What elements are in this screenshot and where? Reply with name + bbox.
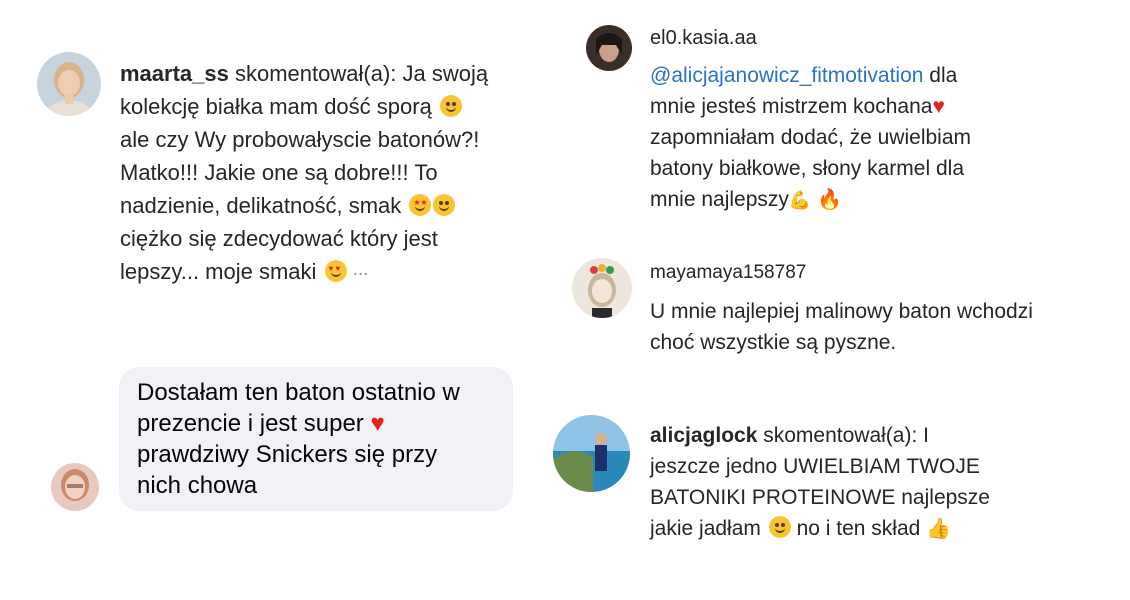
- comment-line: no i ten skład: [796, 517, 921, 540]
- comment-line: zapomniałam dodać, że uwielbiam: [650, 126, 971, 149]
- comment-line: batony białkowe, słony karmel dla: [650, 157, 964, 180]
- comment-mayamaya: U mnie najlepiej malinowy baton wchodzi …: [650, 296, 1110, 358]
- page: maarta_ss skomentował(a): Ja swoją kolek…: [0, 0, 1130, 600]
- username-el0-kasia[interactable]: el0.kasia.aa: [650, 27, 757, 50]
- comment-maarta: maarta_ss skomentował(a): Ja swoją kolek…: [120, 57, 540, 291]
- grin-emoji-icon: [439, 95, 462, 117]
- comment-line: nich chowa: [137, 472, 258, 499]
- thumbs-up-icon: 👍: [926, 518, 952, 540]
- smile-emoji-icon: [433, 194, 456, 216]
- comment-line: choć wszystkie są pyszne.: [650, 331, 897, 354]
- username-mayamaya[interactable]: mayamaya158787: [650, 262, 806, 284]
- comment-line: ciężko się zdecydować który jest: [120, 226, 438, 251]
- comment-line: BATONIKI PROTEINOWE najlepsze: [650, 486, 990, 509]
- bubble-text: Dostałam ten baton ostatnio w prezencie …: [137, 377, 460, 501]
- mention-link[interactable]: @alicjajanowicz_fitmotivation: [650, 64, 923, 87]
- flexed-biceps-icon: 💪: [788, 190, 812, 210]
- avatar-el0-kasia[interactable]: [586, 25, 632, 71]
- comment-line: prawdziwy Snickers się przy: [137, 441, 438, 468]
- avatar-maarta[interactable]: [37, 52, 101, 116]
- comment-line: nadzienie, delikatność, smak: [120, 193, 402, 218]
- heart-icon: ♥: [370, 410, 385, 437]
- comment-line: mnie jesteś mistrzem kochana: [650, 95, 933, 118]
- comment-line: U mnie najlepiej malinowy baton wchodzi: [650, 300, 1033, 323]
- comment-line: Dostałam ten baton ostatnio w: [137, 379, 460, 406]
- heart-icon: ♥: [932, 95, 945, 118]
- star-eyes-emoji-icon: ★ ★: [409, 194, 432, 216]
- comment-line: Ja swoją: [402, 61, 489, 86]
- comment-alicjaglock: alicjaglock skomentował(a): I jeszcze je…: [650, 420, 1090, 545]
- username-alicjaglock[interactable]: alicjaglock: [650, 424, 757, 447]
- username-maarta[interactable]: maarta_ss: [120, 61, 229, 86]
- comment-el0-kasia: @alicjajanowicz_fitmotivation dla mnie j…: [650, 60, 1090, 216]
- comment-line: Matko!!! Jakie one są dobre!!! To: [120, 160, 438, 185]
- avatar-mayamaya[interactable]: [572, 258, 632, 318]
- comment-line: jakie jadłam: [650, 517, 761, 540]
- comment-bubble: Dostałam ten baton ostatnio w prezencie …: [119, 367, 513, 511]
- avatar-alicjaglock[interactable]: [553, 415, 630, 492]
- comment-line: jeszcze jedno UWIELBIAM TWOJE: [650, 455, 980, 478]
- heart-eyes-emoji-icon: ♥ ♥: [324, 260, 347, 282]
- comment-line: lepszy... moje smaki: [120, 259, 317, 284]
- comment-line: dla: [929, 64, 958, 87]
- comment-line: ale czy Wy probowałyscie batonów?!: [120, 127, 480, 152]
- comment-line: I: [923, 424, 929, 447]
- comment-verb: skomentował(a):: [763, 424, 918, 447]
- faded-emoji-icon: ⋯: [352, 266, 371, 283]
- avatar-bubble-author[interactable]: [51, 463, 99, 511]
- yum-emoji-icon: [768, 516, 791, 538]
- comment-verb: skomentował(a):: [235, 61, 397, 86]
- comment-line: prezencie i jest super: [137, 410, 364, 437]
- fire-icon: 🔥: [817, 189, 843, 211]
- comment-line: mnie najlepszy: [650, 188, 789, 211]
- comment-line: kolekcję białka mam dość sporą: [120, 94, 432, 119]
